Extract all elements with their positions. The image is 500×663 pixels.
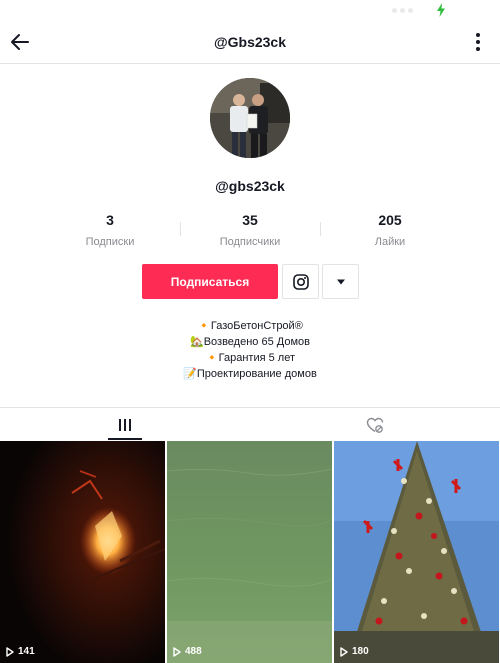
tab-liked[interactable]: [292, 408, 458, 441]
bio-line: 🔸ГазоБетонСтрой®: [197, 320, 303, 332]
stat-following[interactable]: 3 Подписки: [50, 212, 170, 248]
stat-divider: [180, 222, 181, 236]
likes-label: Лайки: [374, 236, 406, 248]
stat-followers[interactable]: 35 Подписчики: [190, 212, 310, 248]
view-count-value: 141: [18, 646, 35, 657]
water-thumbnail: [167, 441, 332, 663]
followers-count: 35: [242, 212, 258, 228]
tab-videos[interactable]: [42, 408, 208, 441]
more-actions-dropdown[interactable]: [322, 264, 359, 299]
avatar-photo: [210, 78, 290, 158]
christmas-tree-thumbnail: [334, 441, 499, 663]
bio-line: 🏡Возведено 65 Домов: [190, 336, 310, 348]
play-icon: [173, 646, 181, 657]
avatar[interactable]: [210, 78, 290, 158]
video-thumbnail[interactable]: 180: [334, 441, 499, 663]
active-tab-indicator: [108, 438, 142, 440]
likes-count: 205: [378, 212, 402, 228]
bio-line: 🔸Гарантия 5 лет: [204, 352, 296, 364]
view-count: 141: [6, 646, 35, 657]
battery-charging-icon: [437, 3, 445, 17]
top-nav-bar: @Gbs23ck: [0, 22, 500, 64]
followers-label: Подписчики: [219, 236, 281, 248]
view-count-value: 488: [185, 646, 202, 657]
fire-thumbnail: [0, 441, 165, 663]
liked-heart-icon: [366, 417, 384, 433]
caret-down-icon: [336, 279, 345, 284]
instagram-button[interactable]: [282, 264, 319, 299]
stat-likes[interactable]: 205 Лайки: [330, 212, 450, 248]
following-count: 3: [106, 212, 114, 228]
play-icon: [6, 646, 14, 657]
video-grid: 141 488 180: [0, 441, 500, 663]
video-thumbnail[interactable]: 141: [0, 441, 165, 663]
profile-username: @gbs23ck: [215, 178, 285, 194]
profile-bio: 🔸ГазоБетонСтрой® 🏡Возведено 65 Домов 🔸Га…: [0, 318, 500, 382]
view-count-value: 180: [352, 646, 369, 657]
follow-button[interactable]: Подписаться: [142, 264, 278, 299]
video-thumbnail[interactable]: 488: [167, 441, 332, 663]
instagram-icon: [292, 273, 309, 290]
videos-grid-icon: [119, 418, 131, 431]
profile-tabs: [0, 407, 500, 441]
view-count: 180: [340, 646, 369, 657]
play-icon: [340, 646, 348, 657]
status-bar: [0, 0, 500, 22]
following-label: Подписки: [85, 236, 135, 248]
view-count: 488: [173, 646, 202, 657]
page-title: @Gbs23ck: [213, 34, 287, 50]
signal-dots: [392, 8, 422, 14]
stat-divider: [320, 222, 321, 236]
bio-line: 📝Проектирование домов: [183, 368, 317, 380]
more-options-icon[interactable]: [468, 30, 488, 54]
